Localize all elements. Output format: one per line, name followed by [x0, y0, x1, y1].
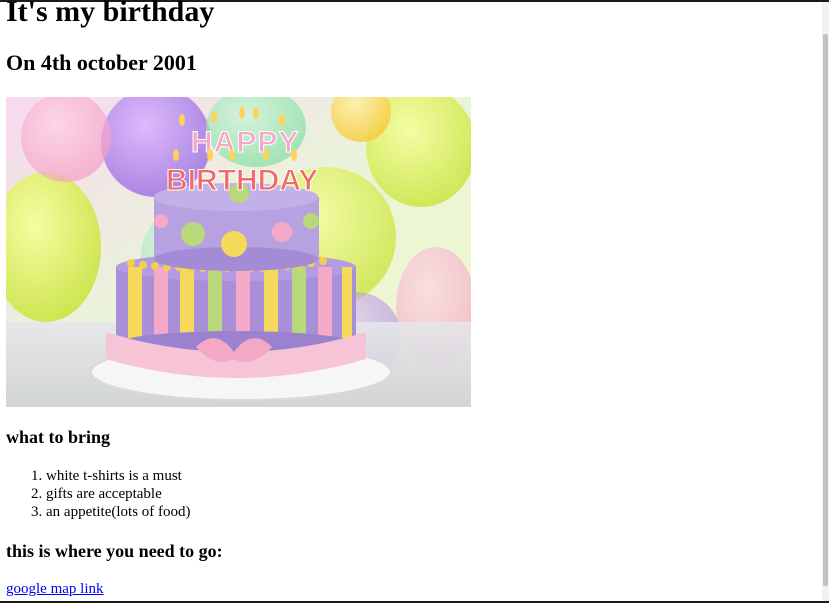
list-item: gifts are acceptable	[46, 485, 191, 503]
birthday-cake-image: HAPPY BIRTHDAY	[6, 97, 471, 407]
google-map-link[interactable]: google map link	[6, 579, 104, 599]
directions-heading: this is where you need to go:	[6, 541, 223, 561]
page-title: It's my birthday	[6, 0, 215, 28]
bring-list: white t-shirts is a must gifts are accep…	[6, 467, 191, 521]
list-item: white t-shirts is a must	[46, 467, 191, 485]
cake-text-birthday: BIRTHDAY	[166, 164, 318, 197]
birthday-cake-icon: HAPPY BIRTHDAY	[6, 97, 471, 407]
vertical-scrollbar-thumb[interactable]	[823, 34, 828, 586]
what-to-bring-heading: what to bring	[6, 427, 111, 447]
list-item: an appetite(lots of food)	[46, 503, 191, 521]
page-subtitle-date: On 4th october 2001	[6, 50, 197, 75]
